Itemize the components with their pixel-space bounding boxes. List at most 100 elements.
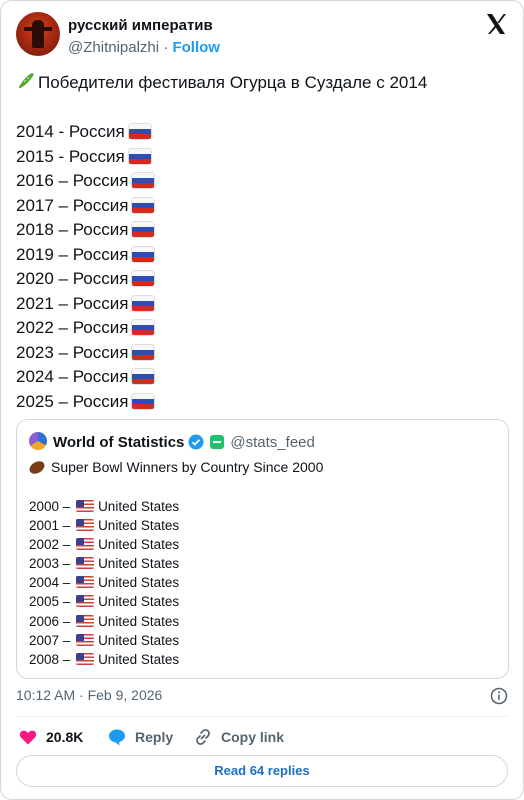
quoted-tweet[interactable]: World of Statistics @stats_feed Super Bow… <box>16 419 509 679</box>
russia-flag-icon <box>132 271 155 286</box>
usa-flag-icon <box>76 576 95 589</box>
separator-dot: · <box>163 39 169 56</box>
super-bowl-line: 2000 – United States <box>29 497 179 516</box>
tweet-timestamp[interactable]: 10:12 AM · Feb 9, 2026 <box>16 687 162 703</box>
reply-button[interactable]: Reply <box>107 725 173 749</box>
super-bowl-year: 2003 – <box>29 556 71 572</box>
russia-flag-icon <box>132 320 155 335</box>
super-bowl-country: United States <box>98 575 180 591</box>
usa-flag-icon <box>76 557 95 570</box>
author-handle-row: @Zhitnipalzhi · Follow <box>68 39 220 56</box>
russia-flag-icon <box>132 393 155 409</box>
quoted-author-name: World of Statistics <box>53 434 185 451</box>
russia-flag-icon <box>128 148 151 164</box>
winner-text: 2020 – Россия <box>16 269 129 288</box>
like-count: 20.8K <box>46 729 84 745</box>
winner-text: 2023 – Россия <box>16 342 129 362</box>
super-bowl-line: 2007 – United States <box>29 631 179 650</box>
super-bowl-line: 2002 – United States <box>29 535 179 554</box>
winner-text: 2015 - Россия <box>16 146 125 166</box>
quoted-tweet-title: Super Bowl Winners by Country Since 2000 <box>51 459 324 475</box>
verified-badge-icon <box>188 434 204 450</box>
russia-flag-icon <box>132 222 155 237</box>
russia-flag-icon <box>132 197 155 213</box>
affiliate-badge-icon <box>210 435 225 449</box>
reply-bubble-icon <box>109 729 125 746</box>
tweet-embed-card: русский императив @Zhitnipalzhi · Follow… <box>0 0 524 800</box>
super-bowl-line: 2003 – United States <box>29 554 179 573</box>
super-bowl-line: 2005 – United States <box>29 592 179 611</box>
usa-flag-icon <box>76 614 95 627</box>
russia-flag-icon <box>132 246 155 262</box>
quoted-author-avatar <box>29 432 47 450</box>
usa-flag-icon <box>76 652 95 665</box>
super-bowl-country: United States <box>98 651 180 667</box>
read-replies-button[interactable]: Read 64 replies <box>16 755 508 787</box>
russia-flag-icon <box>128 124 151 139</box>
super-bowl-year: 2000 – <box>29 499 71 514</box>
x-logo-icon[interactable] <box>484 12 508 36</box>
author-handle[interactable]: @Zhitnipalzhi <box>68 39 159 56</box>
super-bowl-country: United States <box>98 556 180 572</box>
divider <box>16 716 508 717</box>
heart-icon <box>19 730 37 745</box>
american-football-icon <box>27 458 47 477</box>
super-bowl-year: 2001 – <box>29 518 71 534</box>
follow-link[interactable]: Follow <box>172 39 220 56</box>
usa-flag-icon <box>76 538 95 551</box>
tweet-header: русский императив @Zhitnipalzhi · Follow <box>16 12 508 60</box>
winner-line: 2025 – Россия <box>16 390 508 415</box>
winner-line: 2015 - Россия <box>16 145 508 170</box>
reply-label: Reply <box>135 729 174 745</box>
super-bowl-list: 2000 – United States 2001 – United States… <box>29 497 179 669</box>
super-bowl-year: 2005 – <box>29 594 71 610</box>
super-bowl-country: United States <box>98 632 180 648</box>
winners-list: 2014 - Россия 2015 - Россия 2016 – Россия 2… <box>16 120 508 414</box>
tweet-headline-text: Победители фестиваля Огурца в Суздале с … <box>38 73 428 92</box>
winner-text: 2024 – Россия <box>16 367 129 386</box>
russia-flag-icon <box>132 369 155 384</box>
super-bowl-country: United States <box>98 499 180 514</box>
usa-flag-icon <box>76 633 95 646</box>
cucumber-emoji-icon <box>18 73 34 89</box>
winner-line: 2014 - Россия <box>16 120 508 145</box>
super-bowl-line: 2006 – United States <box>29 612 179 631</box>
russia-flag-icon <box>132 295 155 311</box>
author-name[interactable]: русский императив <box>68 17 213 34</box>
super-bowl-country: United States <box>98 537 180 553</box>
super-bowl-line: 2008 – United States <box>29 650 179 669</box>
super-bowl-country: United States <box>98 594 180 610</box>
winner-line: 2017 – Россия <box>16 194 508 219</box>
winner-text: 2014 - Россия <box>16 122 125 141</box>
winner-line: 2016 – Россия <box>16 169 508 194</box>
winner-line: 2022 – Россия <box>16 316 508 341</box>
winner-line: 2020 – Россия <box>16 267 508 292</box>
winner-line: 2018 – Россия <box>16 218 508 243</box>
super-bowl-year: 2007 – <box>29 632 71 648</box>
super-bowl-line: 2001 – United States <box>29 516 179 535</box>
super-bowl-year: 2002 – <box>29 537 71 553</box>
winner-line: 2021 – Россия <box>16 292 508 317</box>
russia-flag-icon <box>132 173 155 188</box>
copy-link-label: Copy link <box>221 729 285 745</box>
winner-text: 2021 – Россия <box>16 293 129 313</box>
super-bowl-country: United States <box>98 518 180 534</box>
like-button[interactable]: 20.8K <box>18 725 83 749</box>
winner-text: 2016 – Россия <box>16 171 129 190</box>
tweet-headline: Победители фестиваля Огурца в Суздале с … <box>16 71 508 96</box>
author-avatar[interactable] <box>16 12 60 56</box>
winner-line: 2023 – Россия <box>16 341 508 366</box>
super-bowl-country: United States <box>98 613 180 629</box>
super-bowl-year: 2008 – <box>29 651 71 667</box>
quoted-author-handle: @stats_feed <box>230 434 315 451</box>
winner-text: 2018 – Россия <box>16 220 129 239</box>
winner-text: 2025 – Россия <box>16 391 129 411</box>
usa-flag-icon <box>76 500 95 512</box>
info-icon[interactable] <box>490 687 508 705</box>
copy-link-button[interactable]: Copy link <box>193 725 284 749</box>
quoted-tweet-text: Super Bowl Winners by Country Since 2000 <box>27 458 324 477</box>
usa-flag-icon <box>76 595 95 608</box>
winner-text: 2019 – Россия <box>16 244 129 264</box>
quoted-tweet-header: World of Statistics @stats_feed <box>29 432 315 452</box>
super-bowl-line: 2004 – United States <box>29 573 179 592</box>
